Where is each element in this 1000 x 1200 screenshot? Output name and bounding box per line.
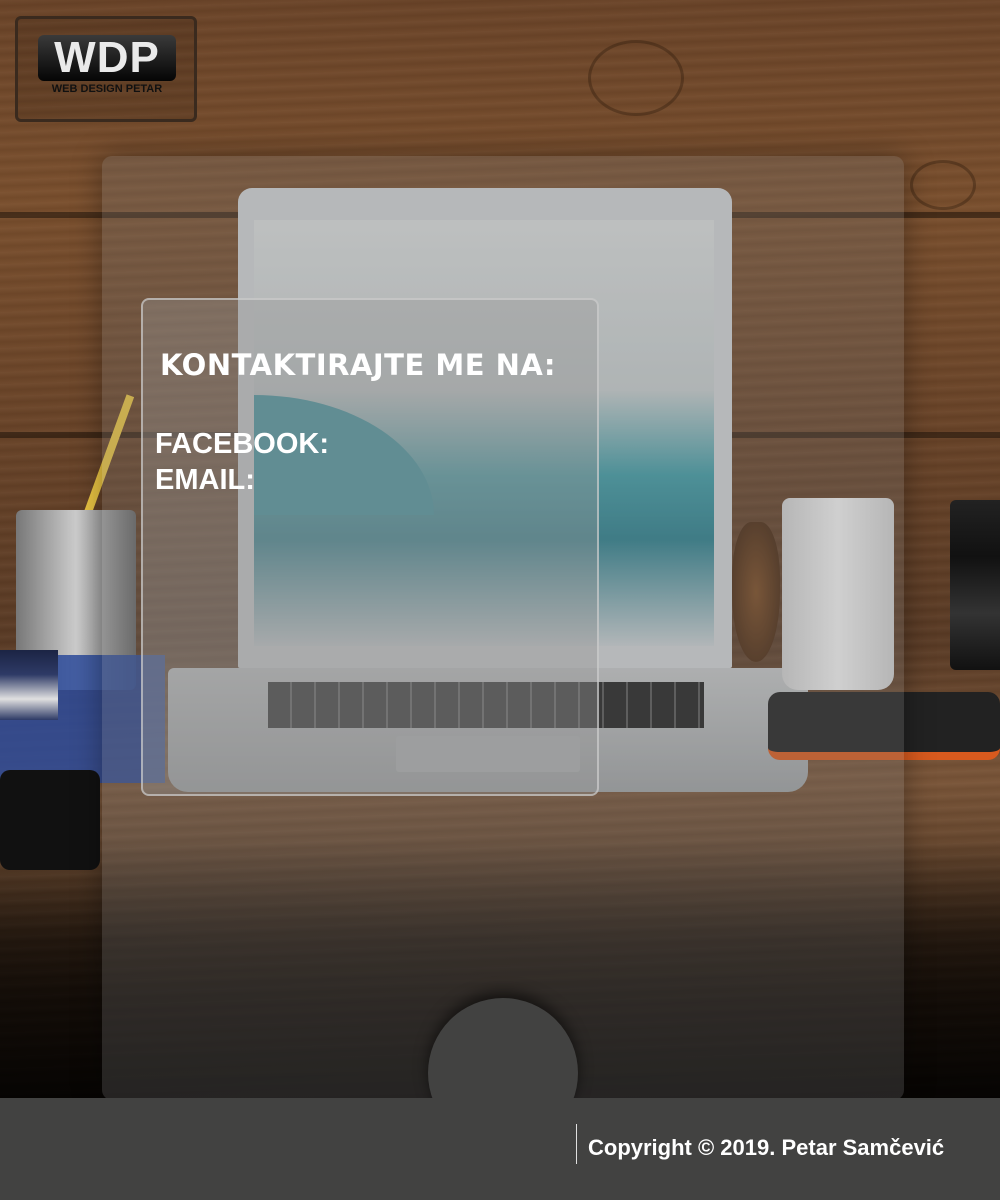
email-label: EMAIL: bbox=[155, 464, 255, 496]
footer-divider bbox=[576, 1124, 577, 1164]
wood-knot bbox=[910, 160, 976, 210]
contact-heading: KONTAKTIRAJTE ME NA: bbox=[160, 348, 556, 382]
logo-subtitle: WEB DESIGN PETAR bbox=[51, 83, 163, 95]
camera-lens bbox=[950, 500, 1000, 670]
wood-knot bbox=[588, 40, 684, 116]
phone bbox=[0, 770, 100, 870]
site-logo[interactable]: WDP WEB DESIGN PETAR bbox=[15, 16, 197, 122]
copyright-text: Copyright © 2019. Petar Samčević bbox=[588, 1135, 945, 1160]
contact-panel: KONTAKTIRAJTE ME NA: FACEBOOK: EMAIL: bbox=[141, 298, 599, 796]
book-stack bbox=[0, 650, 58, 720]
facebook-label: FACEBOOK: bbox=[155, 428, 329, 460]
logo-mark: WDP bbox=[38, 35, 176, 81]
